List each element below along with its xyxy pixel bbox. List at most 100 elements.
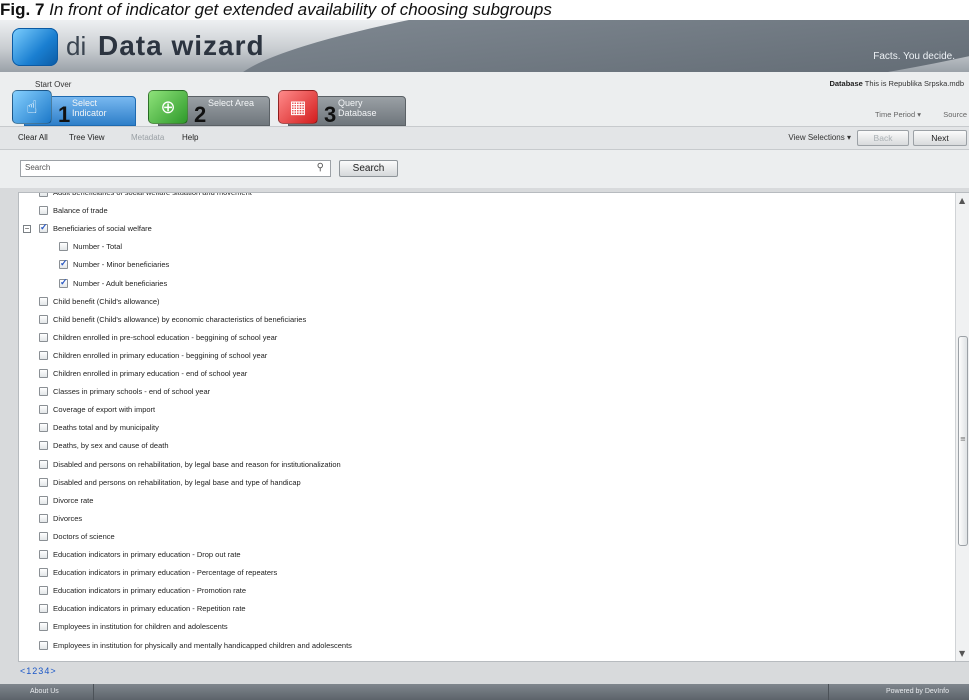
indicator-checkbox[interactable] bbox=[59, 258, 68, 270]
indicator-checkbox[interactable] bbox=[39, 332, 48, 342]
help-button[interactable]: Help bbox=[182, 133, 198, 142]
step-select-area[interactable]: ⊕ 2 Select Area bbox=[148, 90, 273, 127]
indicator-row[interactable]: − Beneficiaries of social welfare bbox=[19, 220, 949, 238]
indicator-checkbox[interactable] bbox=[39, 423, 48, 433]
indicator-checkbox[interactable] bbox=[39, 296, 48, 306]
indicator-checkbox[interactable] bbox=[39, 586, 48, 596]
indicator-row[interactable]: Balance of trade bbox=[19, 202, 949, 220]
indicator-row[interactable]: Adult beneficiaries of social welfare si… bbox=[19, 193, 949, 202]
metadata-button[interactable]: Metadata bbox=[131, 133, 164, 142]
indicator-row[interactable]: Employees in institution for children an… bbox=[19, 618, 949, 636]
indicator-checkbox[interactable] bbox=[59, 277, 68, 288]
sub-indicator-row[interactable]: Number - Adult beneficiaries bbox=[19, 275, 949, 293]
pager-next[interactable]: > bbox=[50, 666, 55, 676]
indicator-row[interactable]: Children enrolled in primary education -… bbox=[19, 347, 949, 365]
pager-page-3[interactable]: 3 bbox=[38, 666, 43, 676]
indicator-checkbox[interactable] bbox=[39, 405, 48, 415]
app-footer: About Us Powered by DevInfo bbox=[0, 684, 969, 700]
indicator-row[interactable]: Child benefit (Child's allowance) by eco… bbox=[19, 311, 949, 329]
indicator-checkbox[interactable] bbox=[39, 568, 48, 578]
indicator-checkbox[interactable] bbox=[39, 206, 48, 216]
indicator-row[interactable]: Education indicators in primary educatio… bbox=[19, 546, 949, 564]
scroll-up-arrow-icon[interactable]: ▲ bbox=[959, 196, 965, 205]
hand-pointer-icon: ☝ bbox=[12, 90, 52, 124]
indicator-label: Children enrolled in pre-school educatio… bbox=[53, 332, 278, 342]
chevron-down-icon: ▾ bbox=[917, 110, 921, 119]
scroll-thumb[interactable]: ≡ bbox=[958, 336, 968, 546]
scroll-down-arrow-icon[interactable]: ▼ bbox=[959, 649, 965, 658]
view-selections-dropdown[interactable]: View Selections ▾ bbox=[788, 133, 851, 142]
figure-caption: Fig. 7 In front of indicator get extende… bbox=[0, 0, 969, 20]
sub-indicator-row[interactable]: Number - Minor beneficiaries bbox=[19, 256, 949, 274]
indicator-label: Employees in institution for physically … bbox=[53, 640, 352, 650]
indicator-checkbox[interactable] bbox=[39, 531, 48, 541]
indicator-checkbox[interactable] bbox=[39, 369, 48, 378]
step-select-indicator[interactable]: ☝ 1 Select Indicator bbox=[12, 90, 137, 127]
back-button[interactable]: Back bbox=[857, 130, 909, 146]
wizard-steps-bar: Start Over Database This is Republika Sr… bbox=[0, 72, 969, 127]
indicator-row[interactable]: Divorce rate bbox=[19, 492, 949, 510]
pager-page-4[interactable]: 4 bbox=[44, 666, 49, 676]
next-button[interactable]: Next bbox=[913, 130, 967, 146]
pager-page-2[interactable]: 2 bbox=[32, 666, 37, 676]
indicator-checkbox[interactable] bbox=[39, 222, 48, 234]
clear-all-button[interactable]: Clear All bbox=[18, 133, 48, 142]
indicator-row[interactable]: Coverage of export with import bbox=[19, 401, 949, 419]
indicator-checkbox[interactable] bbox=[39, 513, 48, 523]
indicator-label: Disabled and persons on rehabilitation, … bbox=[53, 459, 341, 469]
indicator-checkbox[interactable] bbox=[39, 350, 48, 360]
indicator-checkbox[interactable] bbox=[39, 441, 48, 451]
indicator-label: Children enrolled in primary education -… bbox=[53, 350, 268, 360]
step-query-database[interactable]: ▦ 3 Query Database bbox=[278, 90, 408, 127]
indicator-row[interactable]: Education indicators in primary educatio… bbox=[19, 564, 949, 582]
indicator-checkbox[interactable] bbox=[39, 495, 48, 505]
time-period-dropdown[interactable]: Time Period ▾ bbox=[875, 110, 921, 119]
indicator-label: Balance of trade bbox=[53, 206, 108, 216]
indicator-row[interactable]: Education indicators in primary educatio… bbox=[19, 582, 949, 600]
indicator-list: Adult beneficiaries of social welfare si… bbox=[18, 192, 969, 662]
pager-prev[interactable]: < bbox=[20, 666, 25, 676]
indicator-checkbox[interactable] bbox=[39, 640, 48, 650]
indicator-label: Number - Minor beneficiaries bbox=[73, 260, 170, 270]
pager-page-1[interactable]: 1 bbox=[26, 666, 31, 676]
indicator-label: Education indicators in primary educatio… bbox=[53, 550, 241, 559]
indicator-checkbox[interactable] bbox=[39, 477, 48, 487]
indicator-row[interactable]: Disabled and persons on rehabilitation, … bbox=[19, 456, 949, 474]
sub-indicator-row[interactable]: Number - Total bbox=[19, 238, 949, 256]
indicator-checkbox[interactable] bbox=[39, 604, 48, 614]
indicator-row[interactable]: Deaths, by sex and cause of death bbox=[19, 437, 949, 455]
about-us-link[interactable]: About Us bbox=[30, 688, 59, 695]
indicator-label: Beneficiaries of social welfare bbox=[53, 224, 152, 234]
tagline: Facts. You decide. bbox=[873, 51, 955, 62]
search-icon[interactable]: ⚲ bbox=[317, 162, 324, 173]
vertical-scrollbar[interactable]: ▲ ≡ ▼ bbox=[955, 193, 969, 661]
source-dropdown[interactable]: Source bbox=[943, 110, 967, 119]
indicator-row[interactable]: Child benefit (Child's allowance) bbox=[19, 293, 949, 311]
indicator-row[interactable]: Doctors of science bbox=[19, 528, 949, 546]
indicator-checkbox[interactable] bbox=[39, 622, 48, 632]
indicator-checkbox[interactable] bbox=[39, 314, 48, 324]
search-button[interactable]: Search bbox=[339, 160, 398, 177]
indicator-row[interactable]: Deaths total and by municipality bbox=[19, 419, 949, 437]
indicator-label: Deaths total and by municipality bbox=[53, 423, 159, 433]
indicator-checkbox[interactable] bbox=[59, 242, 68, 252]
indicator-row[interactable]: Employees in institution for physically … bbox=[19, 637, 949, 655]
indicator-row[interactable]: Children enrolled in primary education -… bbox=[19, 365, 949, 383]
indicator-label: Deaths, by sex and cause of death bbox=[53, 441, 169, 451]
indicator-label: Disabled and persons on rehabilitation, … bbox=[53, 477, 301, 487]
indicator-checkbox[interactable] bbox=[39, 387, 48, 397]
tree-view-button[interactable]: Tree View bbox=[69, 133, 105, 142]
indicator-row[interactable]: Divorces bbox=[19, 510, 949, 528]
search-input[interactable]: Search ⚲ bbox=[20, 160, 331, 177]
indicator-row[interactable]: Education indicators in primary educatio… bbox=[19, 600, 949, 618]
app-logo-icon bbox=[12, 28, 58, 66]
indicator-checkbox[interactable] bbox=[39, 550, 48, 559]
indicator-row[interactable]: Children enrolled in pre-school educatio… bbox=[19, 329, 949, 347]
step-number: 2 bbox=[194, 102, 207, 127]
start-over-link[interactable]: Start Over bbox=[35, 80, 71, 89]
collapse-toggle-icon[interactable]: − bbox=[23, 225, 31, 234]
indicator-checkbox[interactable] bbox=[39, 193, 48, 197]
indicator-checkbox[interactable] bbox=[39, 459, 48, 469]
indicator-row[interactable]: Disabled and persons on rehabilitation, … bbox=[19, 474, 949, 492]
indicator-row[interactable]: Classes in primary schools - end of scho… bbox=[19, 383, 949, 401]
